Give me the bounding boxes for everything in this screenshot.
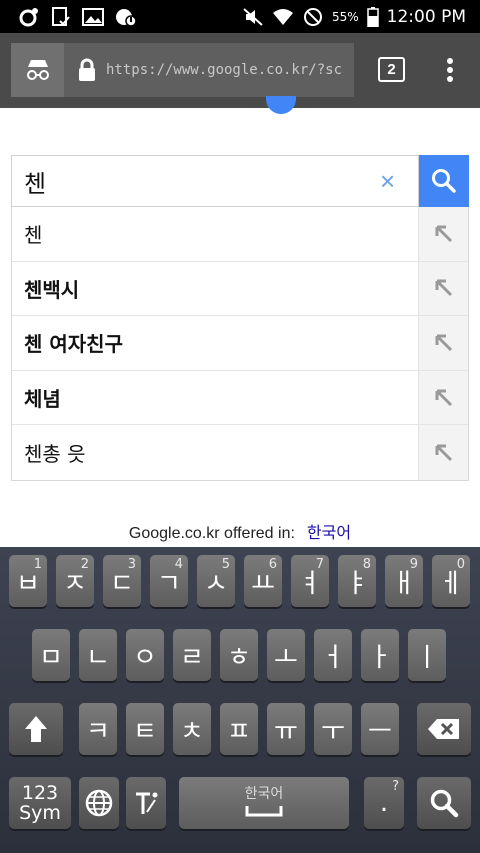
- fill-query-icon[interactable]: [418, 261, 468, 316]
- key-ㄴ[interactable]: ㄴ: [79, 629, 117, 681]
- suggestion-text: 첸 여자친구: [24, 332, 123, 357]
- key-ㅌ[interactable]: ㅌ: [126, 703, 164, 755]
- battery-icon: [366, 6, 379, 27]
- search-icon: [432, 169, 456, 193]
- overflow-menu-icon[interactable]: [440, 55, 460, 85]
- fill-query-icon[interactable]: [418, 316, 468, 370]
- key-hint: 4: [174, 557, 183, 572]
- globe-icon: [85, 789, 113, 817]
- key-ㅣ[interactable]: ㅣ: [408, 629, 446, 681]
- keyboard: ㅂ 1 ㅈ 2 ㄷ 3 ㄱ 4 ㅅ 5 ㅛ 6 ㅕ 7 ㅑ 8 ㅐ 9 ㅔ 0 ㅁㄴㅇㄹㅎㅗㅓㅏㅣㅋㅌㅊㅍㅠㅜㅡ 123 S…: [0, 547, 480, 853]
- shift-icon: [23, 714, 49, 744]
- language-link[interactable]: 한국어: [307, 525, 351, 542]
- clock: 12:00 PM: [386, 6, 466, 27]
- suggestion-item[interactable]: 첸백시: [12, 261, 468, 317]
- suggestion-text: 첸: [24, 223, 43, 248]
- key-ㅇ[interactable]: ㅇ: [126, 629, 164, 681]
- search-key-icon: [429, 788, 459, 818]
- incognito-icon: [26, 60, 49, 80]
- key-ㅐ[interactable]: ㅐ9: [385, 555, 423, 607]
- key-hint: ?: [392, 779, 399, 794]
- key-ㅠ[interactable]: ㅠ: [267, 703, 305, 755]
- backspace-key[interactable]: [417, 703, 471, 755]
- key-ㅎ[interactable]: ㅎ: [220, 629, 258, 681]
- key-ㅁ[interactable]: ㅁ: [32, 629, 70, 681]
- lock-icon: [79, 58, 95, 81]
- fill-query-icon[interactable]: [418, 207, 468, 261]
- key-hint: 8: [362, 557, 371, 572]
- do-not-disturb-icon: [304, 7, 322, 26]
- search-box: ×: [11, 155, 419, 207]
- suggestion-item[interactable]: 첸: [12, 207, 468, 262]
- battery-percent: 55%: [332, 9, 359, 24]
- key-hint: 1: [33, 557, 42, 572]
- key-ㅜ[interactable]: ㅜ: [314, 703, 352, 755]
- key-ㅕ[interactable]: ㅕ7: [291, 555, 329, 607]
- key-ㅏ[interactable]: ㅏ: [361, 629, 399, 681]
- symbols-key[interactable]: 123 Sym: [9, 777, 71, 829]
- wifi-icon: [273, 8, 293, 25]
- key-hint: 9: [409, 557, 418, 572]
- status-bar: 55% 12:00 PM: [0, 0, 480, 33]
- space-key[interactable]: 한국어: [179, 777, 349, 829]
- key-ㅡ[interactable]: ㅡ: [361, 703, 399, 755]
- search-input[interactable]: [24, 167, 374, 195]
- tab-switcher-button[interactable]: 2: [378, 57, 405, 82]
- fill-query-icon[interactable]: [418, 425, 468, 480]
- suggestion-text: 체념: [24, 387, 61, 412]
- key-hint: 0: [456, 557, 465, 572]
- space-language-label: 한국어: [244, 786, 284, 802]
- suggestion-item[interactable]: 체념: [12, 370, 468, 426]
- browser-toolbar: https://www.google.co.kr/?sc 2: [0, 33, 480, 108]
- key-ㅔ[interactable]: ㅔ0: [432, 555, 470, 607]
- key-ㅋ[interactable]: ㅋ: [79, 703, 117, 755]
- key-ㅈ[interactable]: ㅈ2: [56, 555, 94, 607]
- mute-icon: [243, 7, 263, 26]
- offered-in-text: Google.co.kr offered in:: [128, 525, 295, 542]
- backspace-icon: [427, 718, 461, 740]
- settings-alert-icon: [116, 8, 136, 27]
- address-bar[interactable]: https://www.google.co.kr/?sc: [64, 43, 354, 97]
- suggestion-list: 첸첸백시첸 여자친구체념첸총 읏: [11, 207, 469, 481]
- offered-in: Google.co.kr offered in: 한국어: [0, 519, 480, 543]
- key-ㄷ[interactable]: ㄷ3: [103, 555, 141, 607]
- search-button[interactable]: [419, 155, 469, 207]
- tablet-check-icon: [52, 6, 70, 26]
- key-ㅊ[interactable]: ㅊ: [173, 703, 211, 755]
- suggestion-text: 첸백시: [24, 277, 80, 302]
- key-hint: 7: [315, 557, 324, 572]
- key-ㅗ[interactable]: ㅗ: [267, 629, 305, 681]
- key-ㄹ[interactable]: ㄹ: [173, 629, 211, 681]
- key-ㅂ[interactable]: ㅂ1: [9, 555, 47, 607]
- text-style-icon: [133, 790, 159, 816]
- suggestion-item[interactable]: 첸총 읏: [12, 425, 468, 480]
- key-hint: 2: [80, 557, 89, 572]
- suggestion-text: 첸총 읏: [24, 442, 86, 467]
- text-style-key[interactable]: [126, 777, 166, 829]
- incognito-button[interactable]: [11, 43, 64, 97]
- clear-icon[interactable]: ×: [380, 168, 400, 194]
- sym-label: 123 Sym: [19, 782, 61, 824]
- key-hint: 5: [221, 557, 230, 572]
- page-logo-peek: [266, 96, 296, 114]
- image-icon: [82, 7, 104, 26]
- search-key[interactable]: [417, 777, 471, 829]
- url-text: https://www.google.co.kr/?sc: [106, 62, 343, 78]
- notification-circle-icon: [19, 7, 38, 26]
- shift-key[interactable]: [9, 703, 63, 755]
- key-ㄱ[interactable]: ㄱ4: [150, 555, 188, 607]
- fill-query-icon[interactable]: [418, 370, 468, 425]
- key-ㅍ[interactable]: ㅍ: [220, 703, 258, 755]
- suggestion-item[interactable]: 첸 여자친구: [12, 316, 468, 371]
- language-key[interactable]: [79, 777, 119, 829]
- period-key[interactable]: .?: [364, 777, 404, 829]
- key-ㅅ[interactable]: ㅅ5: [197, 555, 235, 607]
- key-hint: 6: [268, 557, 277, 572]
- key-ㅓ[interactable]: ㅓ: [314, 629, 352, 681]
- key-ㅛ[interactable]: ㅛ6: [244, 555, 282, 607]
- key-hint: 3: [127, 557, 136, 572]
- key-ㅑ[interactable]: ㅑ8: [338, 555, 376, 607]
